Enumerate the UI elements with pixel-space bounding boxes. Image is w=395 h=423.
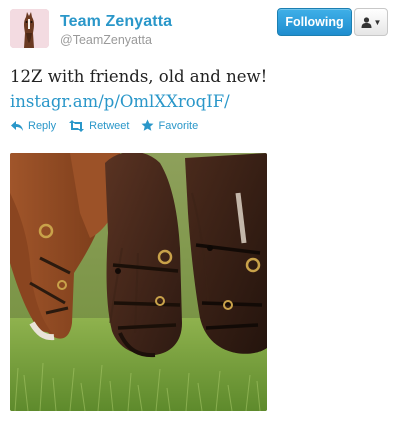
tweet-body: 12Z with friends, old and new!: [10, 67, 268, 86]
reply-label: Reply: [28, 119, 57, 132]
user-icon: [361, 16, 372, 28]
tweet-photo[interactable]: [10, 153, 267, 411]
favorite-label: Favorite: [158, 119, 199, 132]
following-button[interactable]: Following: [277, 8, 352, 36]
tweet-link[interactable]: instagr.am/p/OmlXXroqIF/: [10, 89, 385, 114]
favorite-button[interactable]: Favorite: [141, 119, 198, 132]
horses-grazing-image: [10, 153, 267, 411]
reply-button[interactable]: Reply: [10, 119, 56, 132]
tweet-card: Team Zenyatta @TeamZenyatta Following ▼ …: [0, 0, 395, 423]
user-actions-button[interactable]: ▼: [354, 8, 388, 36]
star-icon: [141, 119, 154, 131]
display-name[interactable]: Team Zenyatta: [60, 13, 172, 31]
retweet-label: Retweet: [89, 119, 130, 132]
user-handle[interactable]: @TeamZenyatta: [60, 33, 152, 47]
retweet-icon: [69, 119, 85, 132]
chevron-down-icon: ▼: [373, 17, 382, 27]
avatar[interactable]: [10, 9, 49, 48]
retweet-button[interactable]: Retweet: [68, 119, 129, 132]
horse-avatar-image: [10, 9, 49, 48]
tweet-actions: Reply Retweet Favorite: [10, 119, 198, 132]
reply-icon: [11, 120, 23, 131]
tweet-text: 12Z with friends, old and new! instagr.a…: [10, 64, 385, 114]
